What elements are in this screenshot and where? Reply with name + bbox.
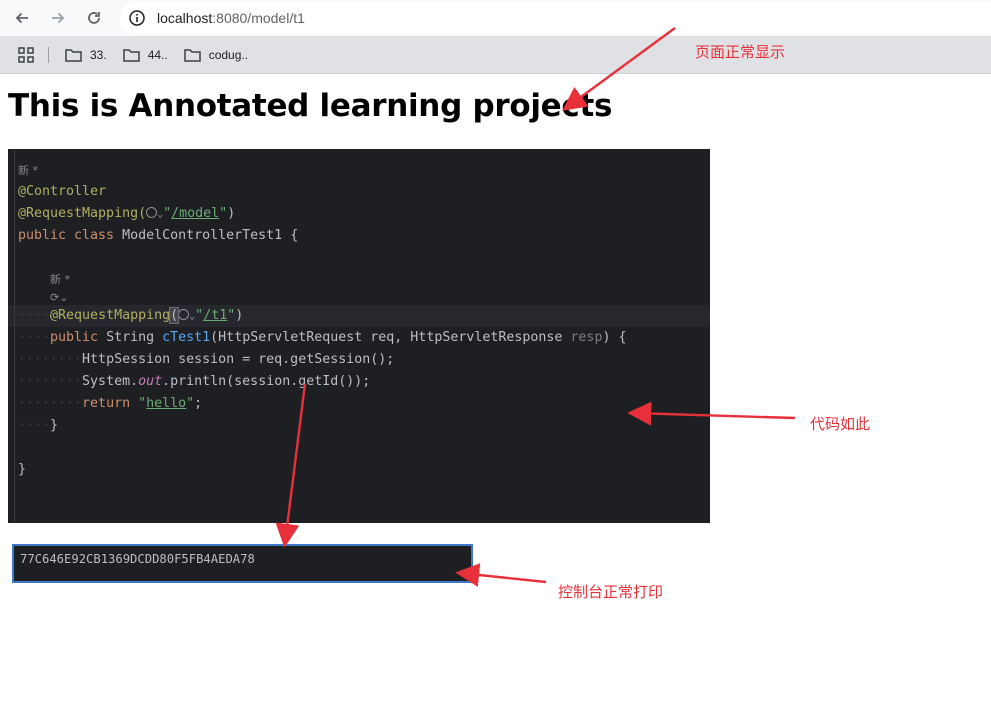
url-text[interactable]: localhost:8080/model/t1: [157, 10, 305, 26]
gutter-divider: [14, 149, 15, 523]
browser-toolbar: localhost:8080/model/t1: [0, 0, 991, 36]
annotation-console-ok: 控制台正常打印: [558, 583, 664, 601]
bookmark-folder-2[interactable]: 44..: [122, 47, 168, 62]
class-keywords: public class: [18, 228, 115, 243]
author-hint: 新 *: [18, 164, 38, 177]
method-keyword: public: [50, 330, 99, 345]
mapping-path: /t1: [203, 308, 228, 323]
code-line: ····@RequestMapping(⌄"/t1"): [18, 307, 244, 324]
reload-button[interactable]: [80, 4, 108, 32]
console-output-text: 77C646E92CB1369DCDD80F5FB4AEDA78: [20, 552, 255, 566]
mapping-path: /model: [171, 206, 220, 221]
method-params: (HttpServletRequest req, HttpServletResp…: [210, 330, 571, 345]
return-string: hello: [146, 396, 187, 411]
bookmark-folder-1[interactable]: 33.: [65, 48, 107, 62]
code-line: @Controller: [18, 181, 106, 203]
bookmark-label: codug..: [208, 47, 249, 62]
code-line: }: [18, 459, 26, 481]
address-bar[interactable]: localhost:8080/model/t1: [120, 2, 991, 34]
request-mapping-annotation: @RequestMapping(: [18, 206, 147, 221]
print-prefix: System.: [82, 374, 139, 389]
code-line: @RequestMapping(⌄"/model"): [18, 206, 236, 221]
site-info-icon[interactable]: [128, 9, 146, 27]
method-name: cTest1: [162, 330, 211, 345]
print-suffix: .println(session.getId());: [162, 374, 371, 389]
url-path: :8080/model/t1: [212, 10, 305, 26]
globe-icon: [178, 309, 190, 320]
code-line: ········System.out.println(session.getId…: [18, 374, 371, 389]
arrow-right-icon: [52, 12, 65, 24]
forward-button[interactable]: [44, 4, 72, 32]
method-end: ) {: [602, 330, 627, 345]
request-mapping-annotation: @RequestMapping: [50, 308, 171, 323]
annotation-code: 代码如此: [810, 415, 871, 433]
bookmark-label: 33.: [90, 47, 107, 62]
unused-param: resp: [570, 330, 603, 345]
code-line: ····public String cTest1(HttpServletRequ…: [18, 330, 627, 345]
back-button[interactable]: [8, 4, 36, 32]
endpoint-hint-icon: ⟳⌄: [50, 291, 69, 304]
class-name: ModelControllerTest1 {: [114, 228, 299, 243]
session-statement: HttpSession session = req.getSession();: [82, 352, 395, 367]
code-line: ········return "hello";: [18, 396, 203, 411]
globe-icon: [146, 207, 158, 218]
reload-icon: [88, 12, 100, 24]
arrow-left-icon: [15, 12, 28, 24]
code-editor-panel: 新 * @Controller @RequestMapping(⌄"/model…: [8, 149, 710, 523]
url-host: localhost: [157, 10, 213, 26]
console-output-panel: 77C646E92CB1369DCDD80F5FB4AEDA78: [12, 544, 473, 583]
folder-icon: [65, 48, 82, 62]
method-return-type: String: [98, 330, 163, 345]
author-hint: 新 *: [50, 273, 70, 286]
apps-grid-icon[interactable]: [18, 46, 34, 63]
return-keyword: return: [82, 396, 131, 411]
bookmarks-bar: 33. 44.. codug..: [0, 36, 991, 74]
bookmark-folder-3[interactable]: codug..: [183, 47, 249, 62]
bookmarks-separator: [48, 46, 49, 63]
class-close-brace: }: [18, 462, 27, 477]
code-line: ········HttpSession session = req.getSes…: [18, 352, 395, 367]
annotation-page-ok: 页面正常显示: [695, 43, 786, 61]
bookmark-label: 44..: [147, 47, 168, 62]
static-field: out: [138, 374, 163, 389]
code-line: ····}: [18, 418, 59, 433]
folder-icon: [183, 48, 201, 62]
method-close-brace: }: [50, 418, 59, 433]
code-line: 新 *: [18, 160, 38, 182]
controller-annotation: @Controller: [18, 184, 107, 199]
page-title: This is Annotated learning projects: [8, 88, 613, 124]
code-line: public class ModelControllerTest1 {: [18, 225, 298, 247]
folder-icon: [122, 48, 140, 62]
